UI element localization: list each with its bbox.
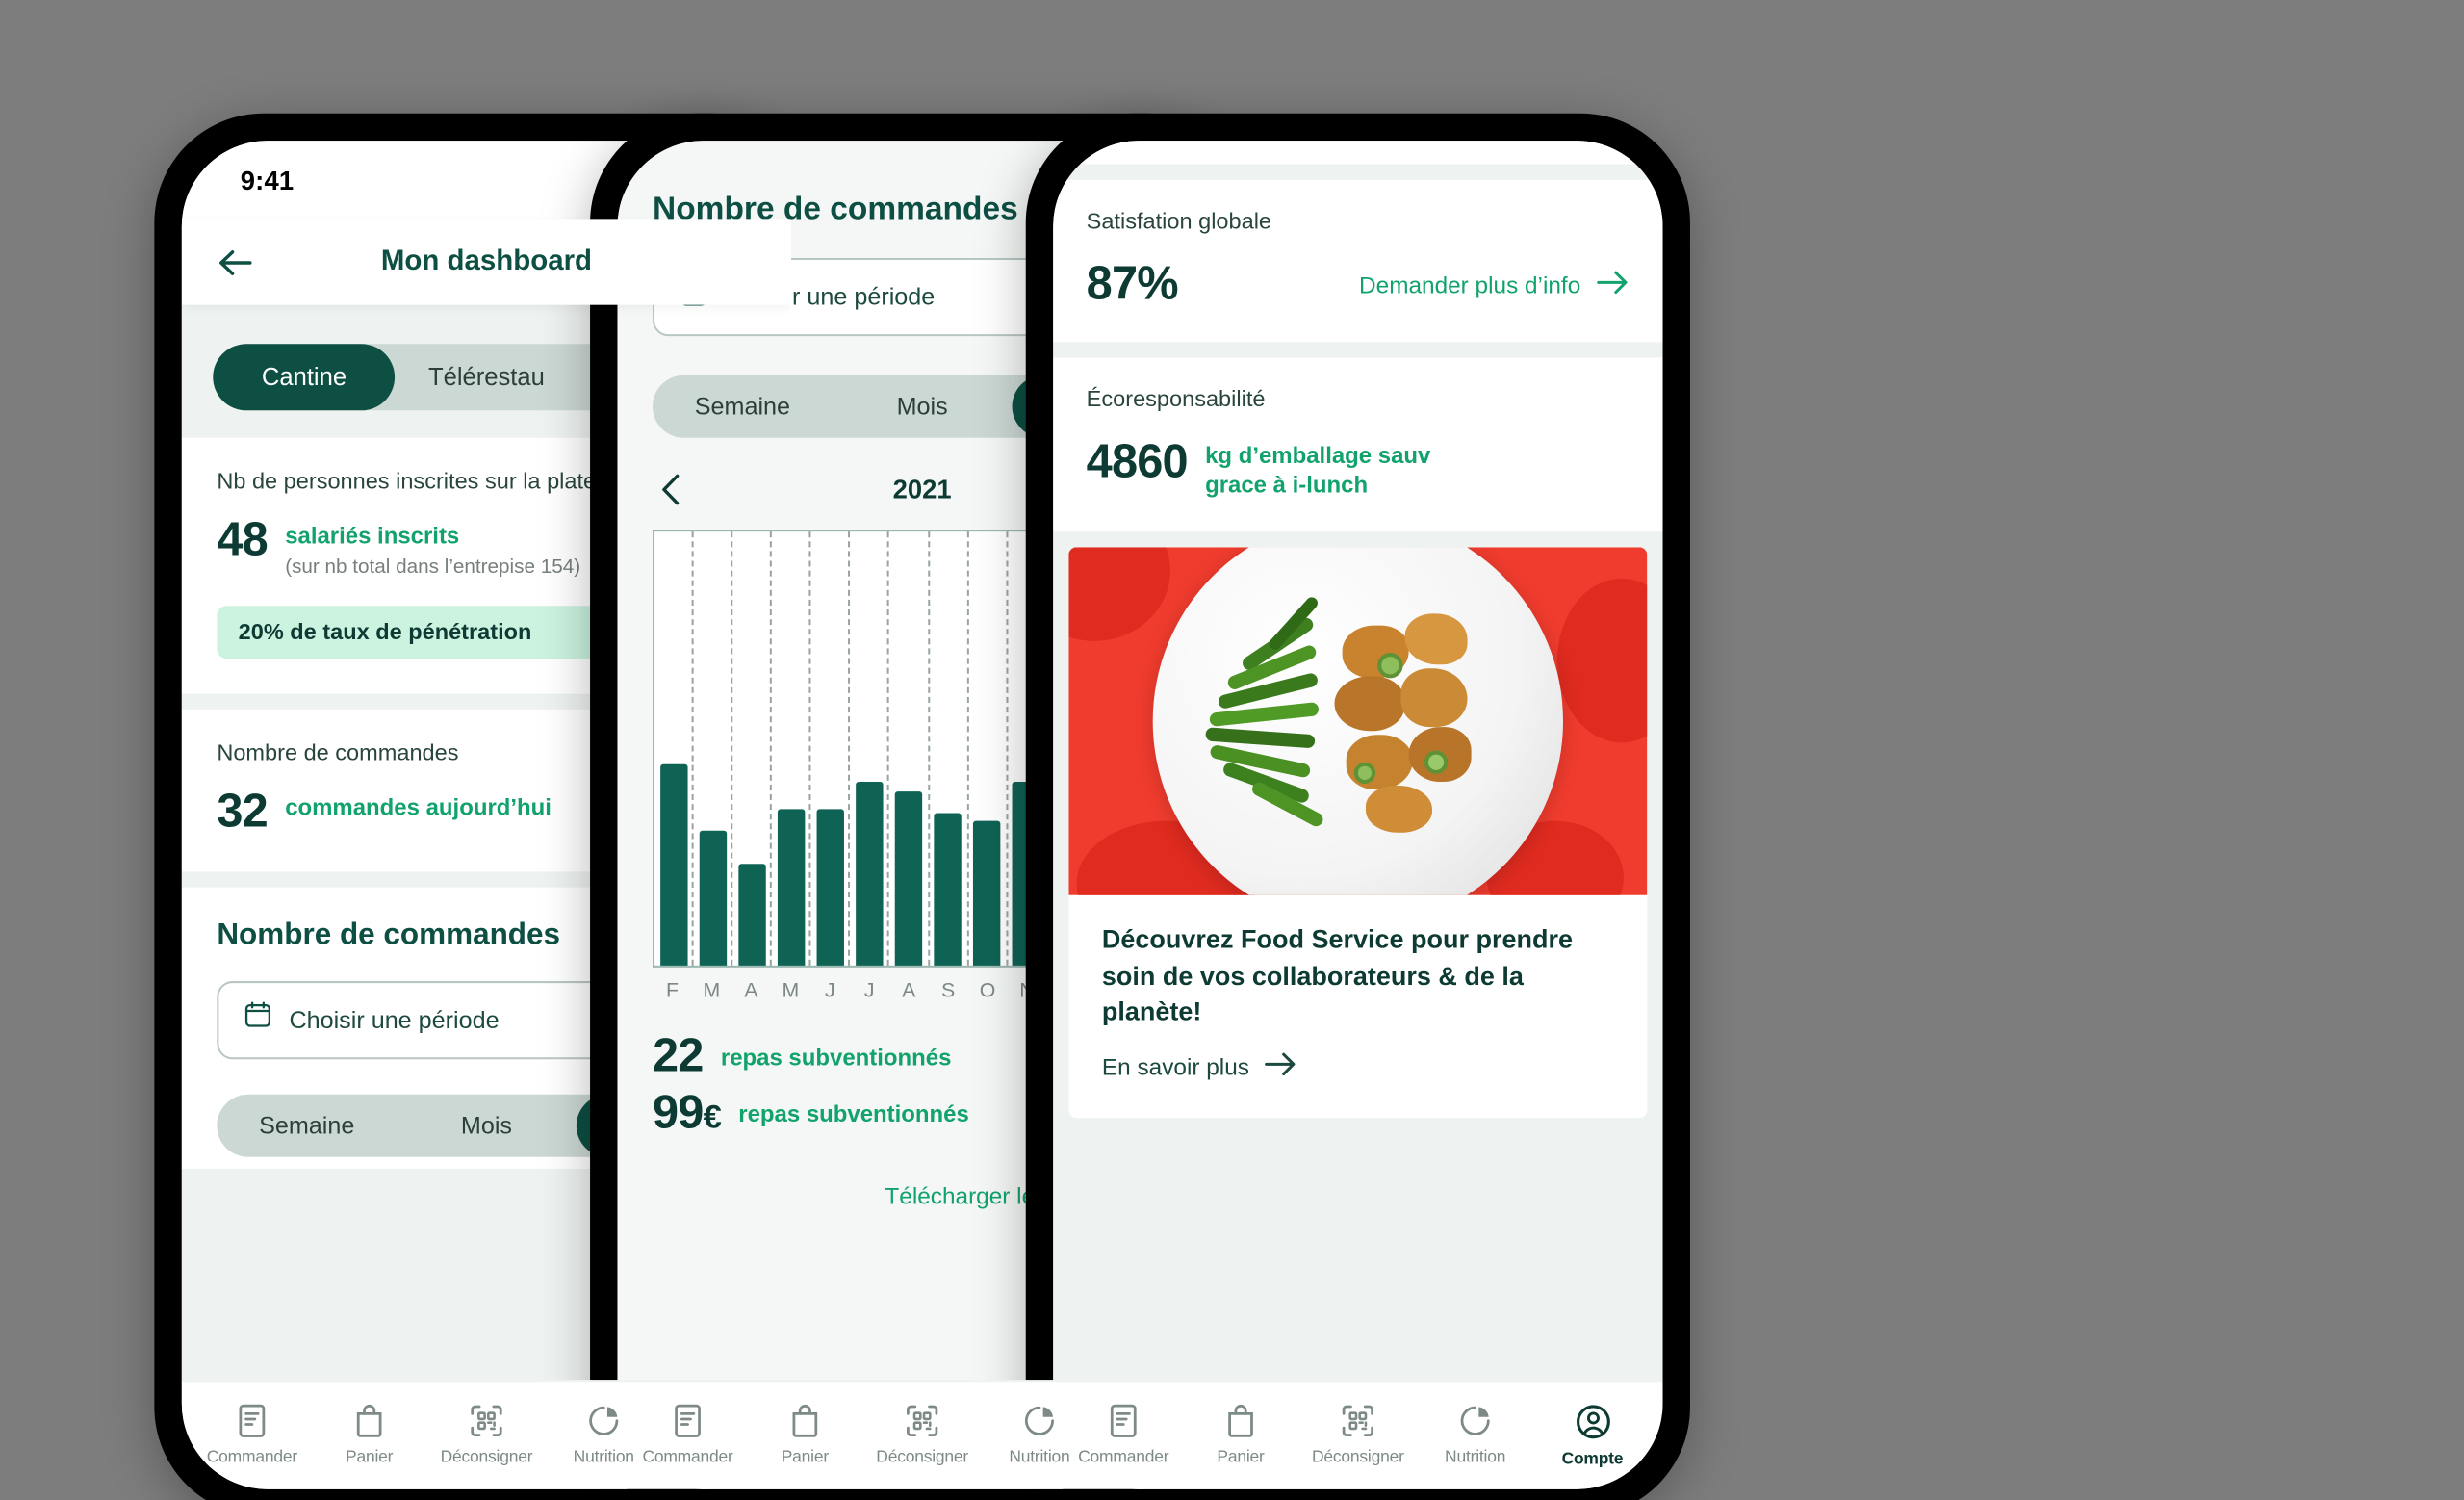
arrow-right-icon: [1597, 270, 1630, 300]
tab-deconsigner-label: Déconsigner: [440, 1446, 533, 1466]
tab-panier[interactable]: Panier: [1182, 1402, 1299, 1466]
chart-bar-j-4: [810, 531, 850, 966]
eco-unit-line1: kg d’emballage sauv: [1205, 441, 1431, 470]
period-tab-semaine-2[interactable]: Semaine: [653, 375, 833, 438]
satisfaction-value: 87%: [1086, 257, 1179, 311]
meals-subsidized-label: repas subventionnés: [720, 1044, 952, 1072]
tab-commander-label: Commander: [642, 1446, 733, 1466]
bar: [659, 763, 689, 966]
phone-3-content: Satisfation globale 87% Demander plus d’…: [1053, 141, 1663, 1381]
tab-nutrition-label: Nutrition: [1445, 1446, 1506, 1466]
x-tick-7: S: [941, 979, 956, 1003]
tab-commander-label: Commander: [1078, 1446, 1169, 1466]
eco-value: 4860: [1086, 435, 1189, 489]
satisfaction-card: Satisfation globale 87% Demander plus d’…: [1053, 179, 1663, 343]
phone-3: Satisfation globale 87% Demander plus d’…: [1025, 113, 1690, 1500]
chart-bar-o-8: [967, 531, 1007, 966]
tab-panier-label: Panier: [781, 1446, 829, 1466]
tab-telerestau[interactable]: Télérestau: [396, 344, 578, 410]
learn-more-label: En savoir plus: [1101, 1052, 1249, 1080]
tab-compte[interactable]: Compte: [1534, 1400, 1652, 1467]
x-tick-0: F: [665, 979, 680, 1003]
year-label: 2021: [892, 475, 952, 504]
registered-users-value: 48: [217, 513, 268, 567]
calendar-icon: [244, 1001, 271, 1039]
chart-bar-a-2: [732, 531, 772, 966]
chicken-stir-fry-photo: [1068, 548, 1648, 896]
tab-commander[interactable]: Commander: [1065, 1402, 1182, 1466]
nav-header: Mon dashboard: [181, 219, 792, 305]
meals-subsidized-amount-value: 99€: [653, 1086, 722, 1140]
bar: [698, 831, 728, 966]
bar: [777, 809, 807, 966]
eco-responsibility-card: Écoresponsabilité 4860 kg d’emballage sa…: [1053, 357, 1663, 533]
tab-commander[interactable]: Commander: [629, 1402, 747, 1466]
request-more-info-link[interactable]: Demander plus d’info: [1359, 270, 1630, 300]
registered-users-unit: salariés inscrits: [285, 522, 460, 550]
page-title: Mon dashboard: [380, 246, 593, 278]
x-tick-4: J: [824, 979, 835, 1003]
x-tick-5: J: [863, 979, 875, 1003]
arrow-right-icon: [1265, 1051, 1298, 1082]
promo-title: Découvrez Food Service pour prendre soin…: [1102, 923, 1614, 1029]
eco-stat: 4860 kg d’emballage sauv grace à i-lunch: [1086, 435, 1630, 500]
orders-today-unit: commandes aujourd’hui: [285, 793, 552, 821]
bar: [855, 781, 885, 966]
orders-today-value: 32: [217, 786, 268, 839]
chart-bar-s-7: [928, 531, 967, 966]
bar: [815, 809, 845, 966]
eco-label: Écoresponsabilité: [1086, 386, 1266, 413]
bar: [933, 814, 962, 966]
tab-deconsigner[interactable]: Déconsigner: [1299, 1402, 1417, 1466]
phone-3-screen: Satisfation globale 87% Demander plus d’…: [1053, 141, 1663, 1489]
bottom-tab-bar-3: Commander Panier Déconsigner Nutrition C…: [1053, 1380, 1663, 1489]
x-tick-8: O: [979, 979, 996, 1003]
period-tab-mois[interactable]: Mois: [397, 1095, 577, 1157]
period-tab-mois-2[interactable]: Mois: [833, 375, 1013, 438]
tab-commander[interactable]: Commander: [193, 1402, 311, 1466]
tab-nutrition[interactable]: Nutrition: [1417, 1402, 1534, 1466]
chart-bar-a-6: [889, 531, 929, 966]
x-tick-2: A: [744, 979, 758, 1003]
satisfaction-label: Satisfation globale: [1086, 209, 1272, 235]
bar: [972, 819, 1002, 966]
meals-subsidized-value: 22: [653, 1029, 704, 1083]
back-arrow-icon[interactable]: [217, 247, 254, 276]
learn-more-link[interactable]: En savoir plus: [1102, 1051, 1614, 1082]
tab-deconsigner-label: Déconsigner: [1311, 1446, 1404, 1466]
registered-users-sub: (sur nb total dans l’entrepise 154): [285, 556, 581, 579]
eco-unit-line2: grace à i-lunch: [1205, 470, 1369, 499]
tab-deconsigner[interactable]: Déconsigner: [428, 1402, 546, 1466]
promo-title-lead: Découvrez: [1101, 925, 1234, 955]
chart-bar-j-5: [850, 531, 889, 966]
bar: [737, 863, 767, 966]
tab-compte-label: Compte: [1561, 1447, 1624, 1467]
bar: [893, 791, 923, 966]
chart-bar-f-0: [654, 531, 694, 966]
request-more-info-label: Demander plus d’info: [1359, 272, 1581, 299]
tab-deconsigner-label: Déconsigner: [876, 1446, 969, 1466]
tab-panier[interactable]: Panier: [311, 1402, 428, 1466]
chevron-left-icon[interactable]: [660, 473, 681, 506]
chart-bar-m-3: [772, 531, 811, 966]
x-tick-1: M: [703, 979, 721, 1003]
tab-panier[interactable]: Panier: [746, 1402, 863, 1466]
x-tick-6: A: [902, 979, 916, 1003]
meals-subsidized-amount-label: repas subventionnés: [738, 1099, 969, 1128]
period-tab-semaine[interactable]: Semaine: [217, 1095, 397, 1157]
euro-symbol: €: [703, 1098, 722, 1136]
promo-body: Découvrez Food Service pour prendre soin…: [1068, 896, 1647, 1118]
chart-bar-m-1: [694, 531, 733, 966]
promo-card[interactable]: Découvrez Food Service pour prendre soin…: [1068, 548, 1648, 1118]
x-tick-3: M: [782, 979, 800, 1003]
tab-deconsigner[interactable]: Déconsigner: [863, 1402, 981, 1466]
status-time: 9:41: [240, 165, 295, 194]
tab-panier-label: Panier: [346, 1446, 394, 1466]
tab-panier-label: Panier: [1217, 1446, 1265, 1466]
tab-commander-label: Commander: [206, 1446, 297, 1466]
tab-cantine[interactable]: Cantine: [213, 344, 396, 411]
